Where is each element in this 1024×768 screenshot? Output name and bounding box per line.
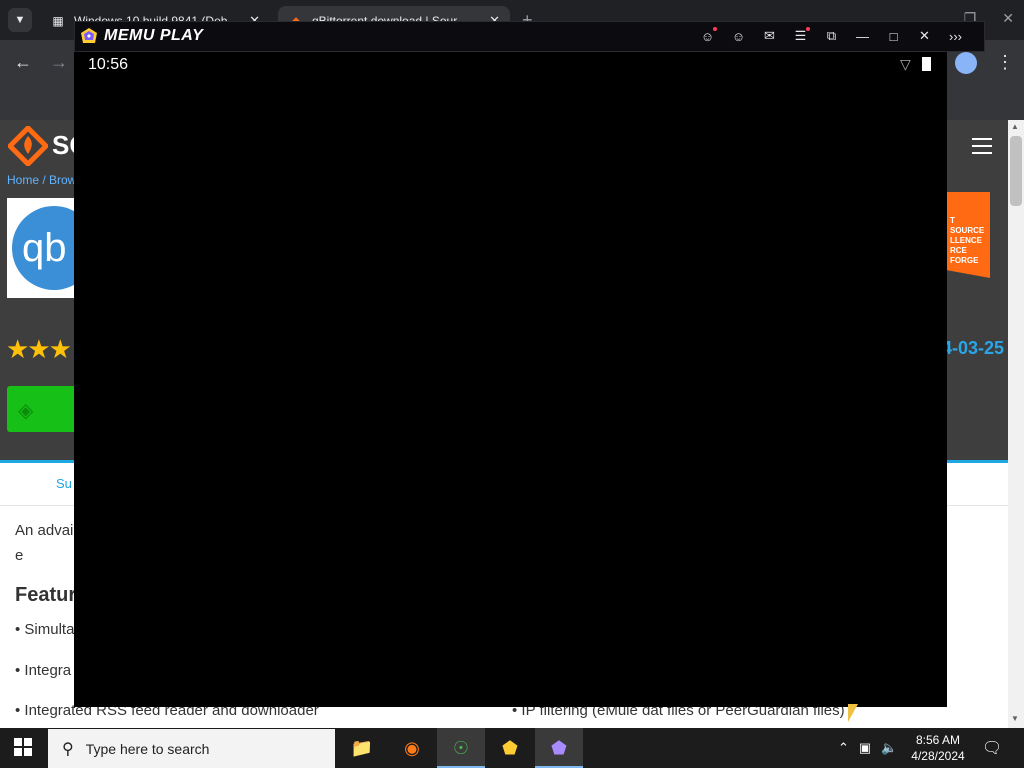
clock-date: 4/28/2024 <box>911 749 965 763</box>
volume-muted-icon[interactable]: 🔈 <box>881 740 897 756</box>
close-icon[interactable]: ✕ <box>913 27 936 45</box>
chrome-icon[interactable]: ☉ <box>449 736 473 760</box>
search-icon: ⚲ <box>62 740 74 758</box>
minimize-icon[interactable]: — <box>851 27 874 45</box>
award-badge: T SOURCE LLENCE RCE FORGE <box>946 192 990 270</box>
battery-icon <box>922 57 931 71</box>
taskbar-clock[interactable]: 8:56 AM 4/28/2024 <box>906 732 970 764</box>
menu-icon[interactable]: ☰ <box>789 27 812 45</box>
tab-search-button[interactable]: ▼ <box>8 8 32 32</box>
profile-avatar[interactable] <box>955 52 977 74</box>
tab-summary[interactable]: Su <box>56 476 72 491</box>
chevron-up-icon[interactable]: ⌃ <box>838 740 849 756</box>
hamburger-menu-icon[interactable] <box>972 138 992 154</box>
user-icon[interactable]: ☺ <box>727 27 750 45</box>
sourceforge-logo-icon[interactable] <box>8 126 48 166</box>
badge-ribbon <box>946 270 990 278</box>
mouse-cursor-icon <box>848 704 858 722</box>
expand-icon[interactable]: ››› <box>944 27 967 45</box>
memu-brand: MEMU PLAY <box>104 27 204 44</box>
notification-icon[interactable]: 🗨 <box>982 738 1002 758</box>
memu-multi-icon[interactable]: ⬟ <box>498 736 522 760</box>
search-placeholder: Type here to search <box>85 740 210 757</box>
download-icon: ◈ <box>18 400 34 422</box>
account-icon[interactable]: ☺ <box>696 27 719 45</box>
scroll-down-icon[interactable]: ▼ <box>1011 714 1019 723</box>
taskbar-search-input[interactable]: ⚲ Type here to search <box>48 729 335 768</box>
resize-icon[interactable]: ⧉ <box>820 27 843 45</box>
network-icon[interactable]: ▣ <box>859 740 871 756</box>
forward-icon[interactable]: → <box>50 52 68 73</box>
breadcrumb[interactable]: Home / Brow <box>7 173 76 187</box>
more-options-icon[interactable]: ⋮ <box>996 52 1014 73</box>
memu-app-icon[interactable]: ⬟ <box>547 736 571 760</box>
release-date: 4-03-25 <box>942 338 1005 358</box>
feature-item: • Simulta <box>15 621 75 638</box>
windows-start-icon[interactable] <box>14 738 32 756</box>
memu-logo-icon <box>81 28 97 43</box>
scrollbar-thumb[interactable] <box>1010 136 1022 206</box>
features-heading: Featur <box>15 584 77 606</box>
memu-toolbar-icons: ☺ ☺ ✉ ☰ ⧉ — □ ✕ ››› <box>696 27 967 45</box>
maximize-icon[interactable]: □ <box>882 27 905 45</box>
system-tray: ⌃ ▣ 🔈 <box>838 740 897 756</box>
back-icon[interactable]: ← <box>14 52 32 73</box>
clock-time: 8:56 AM <box>915 733 961 747</box>
close-window-icon[interactable]: ✕ <box>1002 10 1014 27</box>
file-explorer-icon[interactable]: 📁 <box>350 736 374 760</box>
page-icon: ▦ <box>52 14 64 28</box>
firefox-icon[interactable]: ◉ <box>400 736 424 760</box>
wifi-icon: ▽ <box>900 56 911 72</box>
android-clock: 10:56 <box>88 56 129 73</box>
feature-item: • Integra <box>15 662 72 679</box>
android-screen[interactable] <box>74 52 947 707</box>
page-scrollbar[interactable] <box>1008 120 1024 728</box>
rating-stars: ★★★ <box>6 334 72 364</box>
scroll-up-icon[interactable]: ▲ <box>1011 122 1019 131</box>
mail-icon[interactable]: ✉ <box>758 27 781 45</box>
